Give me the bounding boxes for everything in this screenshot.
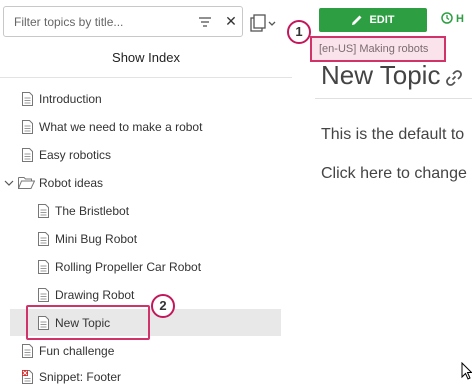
tree-item-introduction[interactable]: Introduction [22,88,282,110]
tree-item-label: Drawing Robot [55,288,135,302]
document-icon [22,344,33,358]
tree-item-label: Snippet: Footer [39,370,122,384]
breadcrumb-tooltip: [en-US] Making robots [310,36,446,62]
topic-filter: ✕ [3,6,243,37]
history-icon [441,12,453,24]
mouse-cursor-icon [461,362,472,380]
tree-item-fun-challenge[interactable]: Fun challenge [22,340,282,362]
link-icon[interactable] [444,68,464,88]
tree-item-label: Easy robotics [39,148,112,162]
tree-item-what-we-need[interactable]: What we need to make a robot [22,116,282,138]
folder-open-icon [18,177,35,189]
topic-body-line-1: This is the default to [321,126,465,143]
collapse-menu-icon[interactable] [250,13,280,33]
tree-item-label: Fun challenge [39,344,115,358]
tree-item-robot-ideas[interactable]: Robot ideas [4,172,282,194]
chevron-down-icon[interactable] [4,179,14,187]
callout-badge-2: 2 [151,294,175,318]
topic-body-line-2[interactable]: Click here to change [321,165,467,183]
tree-item-snippet-footer[interactable]: Snippet: Footer [22,366,282,388]
document-icon [22,92,33,106]
tree-item-label: The Bristlebot [55,204,130,218]
tree-item-easy-robotics[interactable]: Easy robotics [22,144,282,166]
tree-item-bristlebot[interactable]: The Bristlebot [38,200,282,222]
document-icon [22,120,33,134]
tree-item-label: Rolling Propeller Car Robot [55,260,202,274]
pencil-icon [352,15,362,26]
divider [0,77,292,78]
edit-label: EDIT [369,14,395,26]
tree-item-label: Mini Bug Robot [55,232,138,246]
show-index-button[interactable]: Show Index [0,50,292,70]
edit-button[interactable]: EDIT [319,8,427,32]
tree-item-mini-bug-robot[interactable]: Mini Bug Robot [38,228,282,250]
history-button[interactable]: H [441,12,464,25]
filter-topics-input[interactable] [12,12,196,32]
page-title: New Topic [321,60,441,90]
tree-item-label: What we need to make a robot [39,120,203,134]
document-icon [38,288,49,302]
snippet-icon [22,370,33,384]
callout-badge-1: 1 [287,20,311,44]
document-icon [38,260,49,274]
filter-options-icon[interactable] [198,15,212,29]
clear-filter-icon[interactable]: ✕ [224,13,238,29]
history-label: H [456,13,464,25]
tree-item-label: Robot ideas [39,176,104,190]
document-icon [22,148,33,162]
topic-navigation-panel: ✕ Show Index Introduction What we need t… [0,0,292,391]
document-icon [38,232,49,246]
tree-item-label: Introduction [39,92,102,106]
document-icon [38,204,49,218]
title-divider [315,98,472,99]
tree-item-rolling-propeller[interactable]: Rolling Propeller Car Robot [38,256,282,278]
callout-highlight-new-topic [26,305,150,340]
